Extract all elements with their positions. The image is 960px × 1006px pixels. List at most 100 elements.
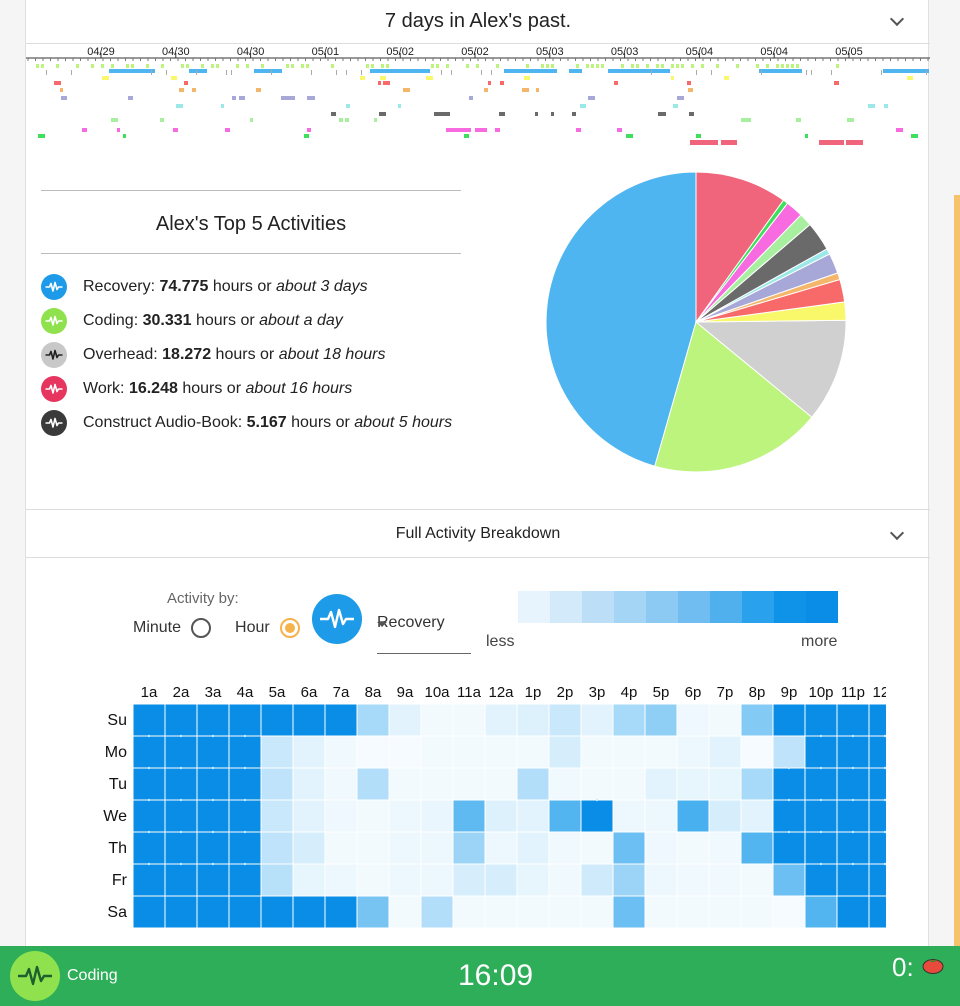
heatmap-cell[interactable] [580,799,614,833]
heatmap-cell[interactable] [292,703,326,737]
heatmap-cell[interactable] [548,895,582,929]
heatmap-cell[interactable] [164,735,198,769]
heatmap-cell[interactable] [772,767,806,801]
heatmap-cell[interactable] [580,767,614,801]
heatmap-cell[interactable] [292,799,326,833]
heatmap-cell[interactable] [708,703,742,737]
heatmap-cell[interactable] [868,767,886,801]
chevron-down-icon[interactable] [889,11,905,27]
heatmap-cell[interactable] [196,735,230,769]
heatmap-cell[interactable] [484,831,518,865]
heatmap-cell[interactable] [356,831,390,865]
heatmap-cell[interactable] [388,863,422,897]
heatmap-cell[interactable] [228,799,262,833]
heatmap-cell[interactable] [580,703,614,737]
heatmap-cell[interactable] [548,863,582,897]
heatmap-cell[interactable] [452,799,486,833]
heatmap-cell[interactable] [612,831,646,865]
heatmap-cell[interactable] [676,735,710,769]
heatmap-cell[interactable] [356,895,390,929]
heatmap-cell[interactable] [292,895,326,929]
heatmap-cell[interactable] [836,703,870,737]
heatmap-cell[interactable] [548,799,582,833]
heatmap-cell[interactable] [548,735,582,769]
heatmap-cell[interactable] [516,703,550,737]
heatmap-cell[interactable] [612,895,646,929]
heatmap-cell[interactable] [388,703,422,737]
heatmap-cell[interactable] [452,863,486,897]
heatmap-cell[interactable] [580,895,614,929]
heatmap-cell[interactable] [164,799,198,833]
heatmap-cell[interactable] [164,863,198,897]
pulse-icon[interactable] [10,951,60,1001]
heatmap-cell[interactable] [676,703,710,737]
heatmap-cell[interactable] [516,767,550,801]
heatmap-cell[interactable] [516,735,550,769]
heatmap-cell[interactable] [484,895,518,929]
heatmap-cell[interactable] [228,831,262,865]
heatmap-cell[interactable] [708,831,742,865]
heatmap-cell[interactable] [164,767,198,801]
heatmap-cell[interactable] [164,895,198,929]
heatmap-cell[interactable] [708,799,742,833]
heatmap-cell[interactable] [708,895,742,929]
heatmap-cell[interactable] [516,799,550,833]
heatmap-cell[interactable] [324,799,358,833]
heatmap-cell[interactable] [452,767,486,801]
heatmap-cell[interactable] [196,799,230,833]
current-activity-label[interactable]: Coding [67,967,118,985]
heatmap-cell[interactable] [772,703,806,737]
heatmap-cell[interactable] [740,799,774,833]
heatmap-cell[interactable] [740,831,774,865]
heatmap-cell[interactable] [420,735,454,769]
heatmap-cell[interactable] [804,703,838,737]
heatmap-cell[interactable] [644,735,678,769]
heatmap-cell[interactable] [324,767,358,801]
heatmap-cell[interactable] [228,895,262,929]
heatmap-cell[interactable] [228,735,262,769]
heatmap-cell[interactable] [484,863,518,897]
heatmap-cell[interactable] [452,703,486,737]
heatmap-cell[interactable] [484,799,518,833]
heatmap-cell[interactable] [196,831,230,865]
heatmap-cell[interactable] [804,799,838,833]
heatmap-cell[interactable] [644,799,678,833]
heatmap-cell[interactable] [324,831,358,865]
heatmap-cell[interactable] [324,703,358,737]
heatmap-cell[interactable] [772,831,806,865]
heatmap-cell[interactable] [388,895,422,929]
heatmap-cell[interactable] [292,735,326,769]
heatmap-cell[interactable] [260,863,294,897]
heatmap-cell[interactable] [196,703,230,737]
heatmap-cell[interactable] [452,895,486,929]
heatmap-cell[interactable] [196,863,230,897]
heatmap-cell[interactable] [612,767,646,801]
heatmap-cell[interactable] [260,895,294,929]
heatmap-cell[interactable] [708,735,742,769]
heatmap-cell[interactable] [516,831,550,865]
heatmap-cell[interactable] [324,735,358,769]
chevron-down-icon[interactable] [889,525,905,541]
heatmap-cell[interactable] [548,831,582,865]
heatmap-cell[interactable] [772,735,806,769]
heatmap-cell[interactable] [804,767,838,801]
heatmap-cell[interactable] [580,735,614,769]
heatmap-cell[interactable] [420,703,454,737]
heatmap-cell[interactable] [356,767,390,801]
heatmap-cell[interactable] [836,895,870,929]
heatmap-cell[interactable] [420,767,454,801]
minute-radio[interactable] [191,618,212,638]
heatmap-cell[interactable] [132,799,166,833]
heatmap-cell[interactable] [740,895,774,929]
heatmap-cell[interactable] [708,767,742,801]
heatmap-cell[interactable] [676,799,710,833]
heatmap-cell[interactable] [804,863,838,897]
heatmap-cell[interactable] [836,735,870,769]
heatmap-cell[interactable] [804,831,838,865]
heatmap-cell[interactable] [484,735,518,769]
heatmap-cell[interactable] [260,703,294,737]
heatmap-cell[interactable] [708,863,742,897]
history-header[interactable]: 7 days in Alex's past. [26,0,930,44]
heatmap-cell[interactable] [772,895,806,929]
heatmap-cell[interactable] [324,863,358,897]
